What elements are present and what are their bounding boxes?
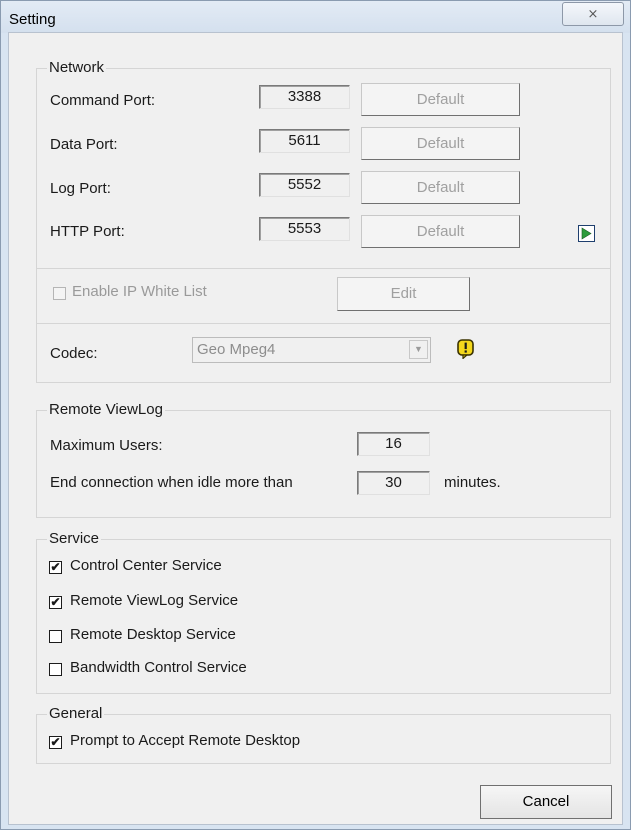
ip-white-list-checkbox[interactable] — [53, 287, 66, 300]
general-group-title: General — [47, 705, 105, 722]
window-title: Setting — [9, 11, 56, 28]
remote-viewlog-group: Remote ViewLog Maximum Users: 16 End con… — [36, 401, 611, 518]
dialog-body: Network Command Port: 3388 Default Data … — [8, 32, 623, 825]
prompt-remote-desktop-label: Prompt to Accept Remote Desktop — [70, 732, 301, 749]
chevron-down-icon[interactable]: ▼ — [409, 340, 428, 359]
remote-viewlog-group-title: Remote ViewLog — [47, 401, 165, 418]
general-group: General ✔ Prompt to Accept Remote Deskto… — [36, 705, 611, 764]
service-group: Service ✔ Control Center Service ✔ Remot… — [36, 530, 611, 694]
http-port-label: HTTP Port: — [50, 223, 125, 240]
codec-value: Geo Mpeg4 — [197, 341, 276, 358]
network-separator-1 — [37, 268, 610, 269]
command-port-label: Command Port: — [50, 92, 156, 109]
play-arrow-icon[interactable] — [578, 225, 595, 242]
codec-label: Codec: — [50, 345, 98, 362]
network-group: Network Command Port: 3388 Default Data … — [36, 59, 611, 383]
exclamation-icon — [457, 339, 474, 359]
log-port-label: Log Port: — [50, 180, 111, 197]
maximum-users-label: Maximum Users: — [50, 437, 163, 454]
service-group-title: Service — [47, 530, 102, 547]
data-port-field[interactable]: 5611 — [259, 129, 350, 153]
command-port-field[interactable]: 3388 — [259, 85, 350, 109]
close-button[interactable]: ⨯ — [562, 2, 624, 26]
remote-viewlog-service-checkbox[interactable]: ✔ — [49, 596, 62, 609]
log-port-field[interactable]: 5552 — [259, 173, 350, 197]
data-port-label: Data Port: — [50, 136, 118, 153]
ip-white-list-edit-button[interactable]: Edit — [337, 277, 470, 311]
codec-select[interactable]: Geo Mpeg4 ▼ — [192, 337, 431, 363]
idle-timeout-label: End connection when idle more than — [50, 474, 293, 491]
control-center-service-checkbox[interactable]: ✔ — [49, 561, 62, 574]
http-port-default-button[interactable]: Default — [361, 215, 520, 248]
remote-desktop-service-checkbox[interactable] — [49, 630, 62, 643]
remote-desktop-service-label: Remote Desktop Service — [70, 626, 236, 643]
command-port-default-button[interactable]: Default — [361, 83, 520, 116]
idle-timeout-field[interactable]: 30 — [357, 471, 430, 495]
ip-white-list-label: Enable IP White List — [72, 283, 207, 300]
data-port-default-button[interactable]: Default — [361, 127, 520, 160]
log-port-default-button[interactable]: Default — [361, 171, 520, 204]
idle-timeout-unit: minutes. — [444, 474, 501, 491]
network-group-title: Network — [47, 59, 107, 76]
prompt-remote-desktop-checkbox[interactable]: ✔ — [49, 736, 62, 749]
close-icon: ⨯ — [587, 6, 599, 21]
bandwidth-control-service-checkbox[interactable] — [49, 663, 62, 676]
network-separator-2 — [37, 323, 610, 324]
bandwidth-control-service-label: Bandwidth Control Service — [70, 659, 247, 676]
remote-viewlog-service-label: Remote ViewLog Service — [70, 592, 239, 609]
maximum-users-field[interactable]: 16 — [357, 432, 430, 456]
cancel-button[interactable]: Cancel — [480, 785, 612, 819]
setting-window: Setting ⨯ Network Command Port: 3388 Def… — [0, 0, 631, 830]
title-bar: Setting ⨯ — [1, 1, 630, 33]
http-port-field[interactable]: 5553 — [259, 217, 350, 241]
control-center-service-label: Control Center Service — [70, 557, 222, 574]
